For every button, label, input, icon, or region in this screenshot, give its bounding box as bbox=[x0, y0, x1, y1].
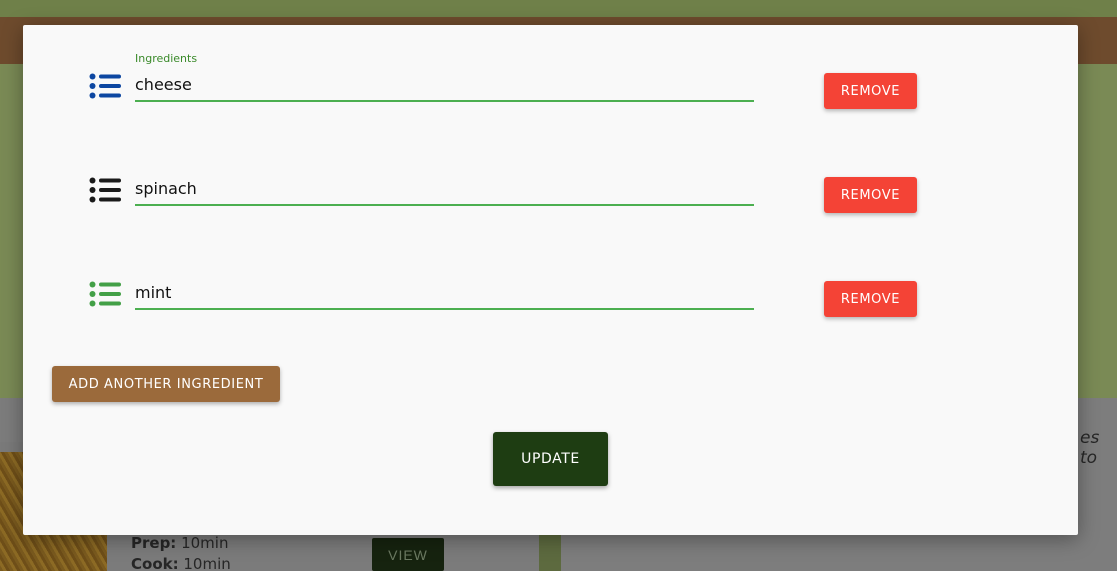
background-partial-text: es to bbox=[1080, 428, 1100, 468]
ingredient-input[interactable] bbox=[135, 172, 754, 206]
background-view-button: VIEW bbox=[372, 538, 444, 571]
background-cook-time: Cook: 10min bbox=[131, 555, 231, 571]
list-icon bbox=[89, 73, 121, 99]
remove-ingredient-button[interactable]: REMOVE bbox=[824, 177, 917, 213]
ingredient-row: REMOVE bbox=[23, 275, 1078, 335]
ingredient-row: REMOVE bbox=[23, 171, 1078, 231]
add-ingredient-button[interactable]: ADD ANOTHER INGREDIENT bbox=[52, 366, 280, 402]
ingredient-input[interactable] bbox=[135, 68, 754, 102]
edit-ingredients-modal: Ingredients REMOVE REMOVE bbox=[23, 25, 1078, 535]
ingredients-field-label: Ingredients bbox=[135, 52, 198, 65]
background-top-bar bbox=[0, 0, 1117, 17]
background-prep-time: Prep: 10min bbox=[131, 534, 229, 552]
ingredient-input[interactable] bbox=[135, 276, 754, 310]
remove-ingredient-button[interactable]: REMOVE bbox=[824, 73, 917, 109]
list-icon bbox=[89, 281, 121, 307]
list-icon bbox=[89, 177, 121, 203]
update-button[interactable]: UPDATE bbox=[493, 432, 608, 486]
remove-ingredient-button[interactable]: REMOVE bbox=[824, 281, 917, 317]
ingredient-row: REMOVE bbox=[23, 67, 1078, 127]
